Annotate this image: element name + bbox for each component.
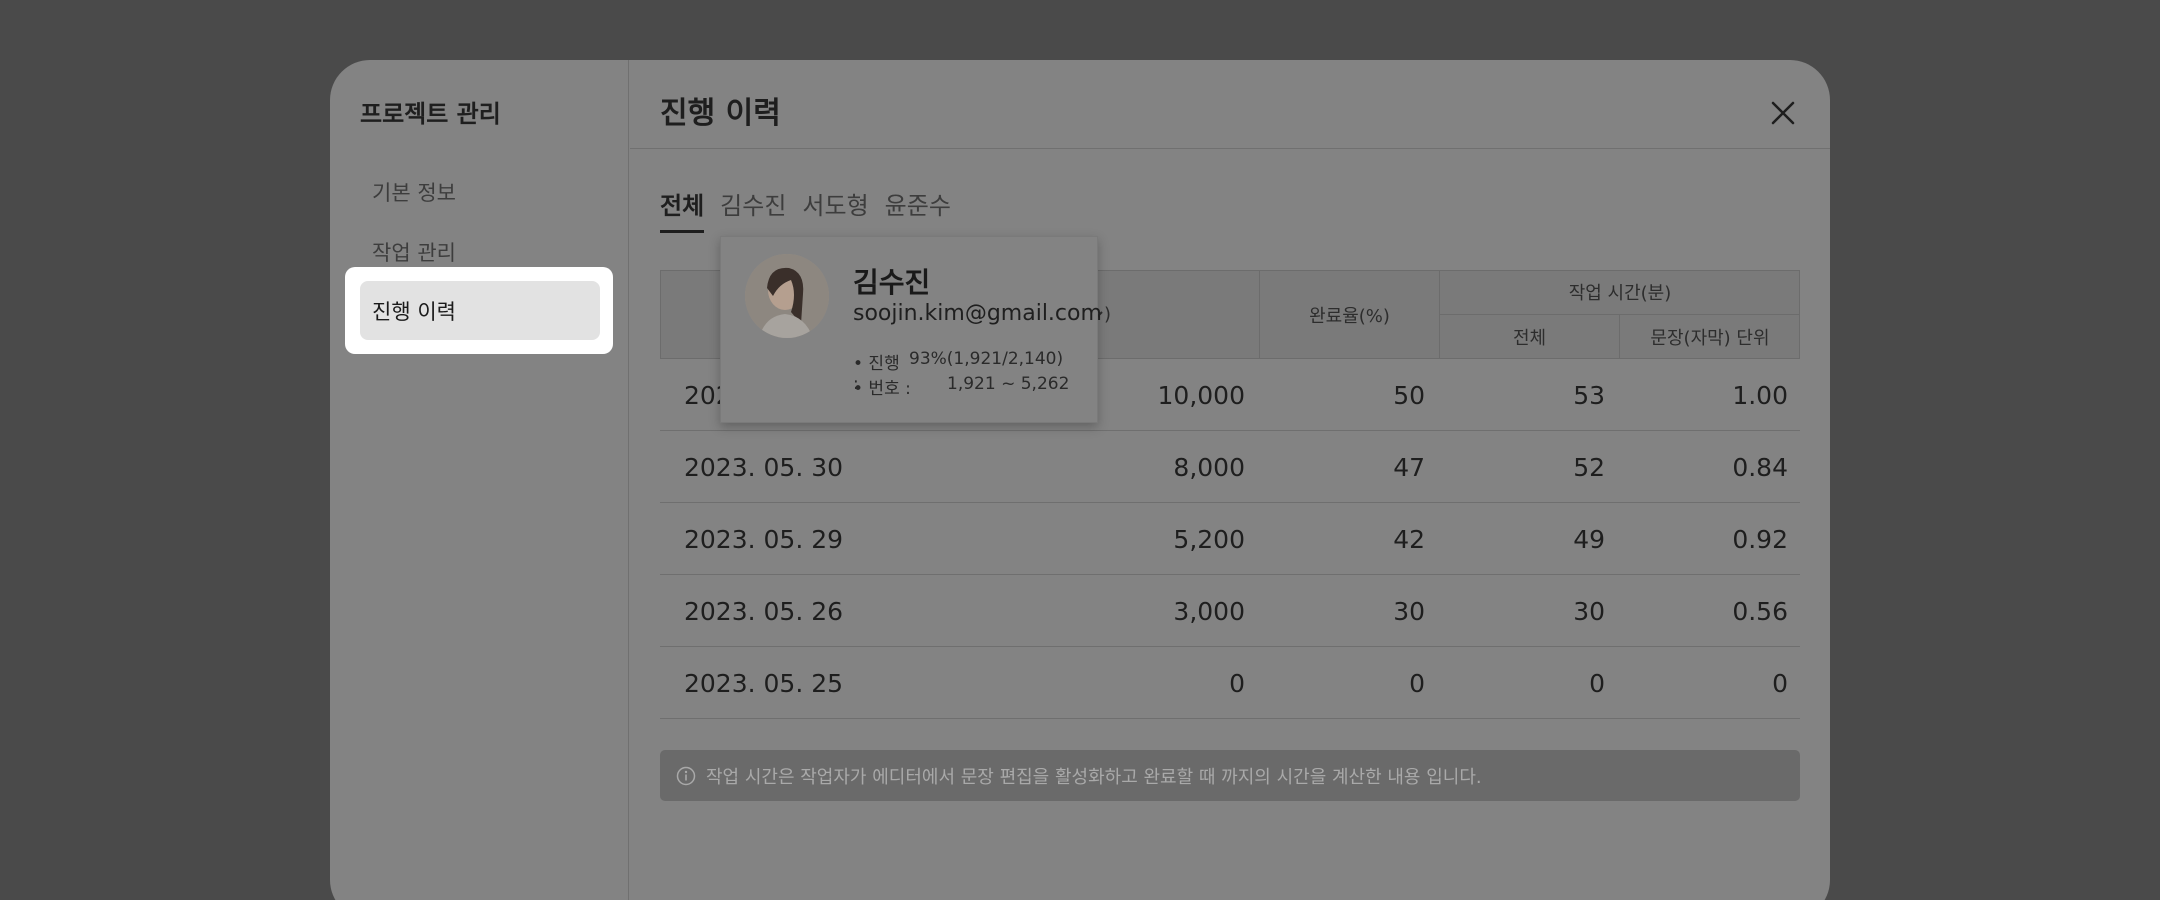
- row-count: 8,000: [1173, 452, 1245, 482]
- popover-email: soojin.kim@gmail.com: [853, 301, 1102, 326]
- row-time-unit: 0.56: [1732, 596, 1788, 626]
- project-management-modal: 프로젝트 관리 기본 정보 작업 관리 진행 이력 진행 이력 전체 김수진 서…: [330, 60, 1830, 900]
- row-date: 2023. 05. 26: [684, 596, 844, 626]
- row-date: 2023. 05. 29: [684, 524, 844, 554]
- row-count: 3,000: [1173, 596, 1245, 626]
- row-time-unit: 0.84: [1732, 452, 1788, 482]
- tab-kim-soojin[interactable]: 김수진: [720, 186, 786, 233]
- row-rate: 0: [1409, 668, 1425, 698]
- popover-number: • 번호 : 1,921 ~ 5,262: [853, 374, 1069, 399]
- header-divider: [630, 148, 1830, 149]
- header-rate: 완료율(%): [1309, 305, 1390, 327]
- header-count-suffix: ): [1104, 304, 1112, 325]
- header-time-unit: 문장(자막) 단위: [1650, 328, 1770, 349]
- close-icon: [1771, 101, 1795, 125]
- tab-seo-dohyung[interactable]: 서도형: [802, 186, 868, 233]
- popover-name: 김수진: [853, 266, 931, 299]
- row-count: 10,000: [1157, 380, 1245, 410]
- sidebar-item-progress-history[interactable]: 진행 이력: [360, 281, 600, 340]
- user-popover: 김수진 soojin.kim@gmail.com • 진행 : 93%(1,92…: [720, 236, 1102, 423]
- tab-bar: 전체 김수진 서도형 윤준수: [660, 186, 951, 233]
- row-date: 2023. 05. 30: [684, 452, 844, 482]
- info-notice: 작업 시간은 작업자가 에디터에서 문장 편집을 활성화하고 완료할 때 까지의…: [660, 750, 1800, 801]
- row-time-total: 0: [1589, 668, 1605, 698]
- avatar: [745, 254, 829, 338]
- popover-number-value: 1,921 ~ 5,262: [947, 374, 1070, 394]
- row-time-unit: 0: [1772, 668, 1788, 698]
- popover-number-key: • 번호 :: [853, 379, 911, 399]
- sidebar: 프로젝트 관리 기본 정보 작업 관리 진행 이력: [330, 60, 629, 900]
- header-time-group: 작업 시간(분): [1568, 283, 1672, 304]
- row-rate: 42: [1393, 524, 1425, 554]
- tab-all[interactable]: 전체: [660, 186, 705, 233]
- row-count: 5,200: [1173, 524, 1245, 554]
- header-time-total: 전체: [1512, 328, 1547, 349]
- row-time-total: 52: [1573, 452, 1605, 482]
- table-row: 2023. 05. 29 5,200 42 49 0.92: [660, 503, 1800, 575]
- sidebar-item-highlight: 진행 이력: [345, 267, 613, 354]
- notice-text: 작업 시간은 작업자가 에디터에서 문장 편집을 활성화하고 완료할 때 까지의…: [706, 766, 1482, 788]
- info-icon: [676, 766, 696, 785]
- row-date: 2023. 05. 25: [684, 668, 844, 698]
- row-time-total: 30: [1573, 596, 1605, 626]
- row-time-total: 53: [1573, 380, 1605, 410]
- sidebar-item-task-management[interactable]: 작업 관리: [372, 237, 456, 267]
- page-title: 진행 이력: [660, 96, 781, 131]
- table-row: 2023. 05. 25 0 0 0 0: [660, 647, 1800, 719]
- sidebar-item-basic-info[interactable]: 기본 정보: [372, 177, 456, 207]
- row-time-unit: 0.92: [1732, 524, 1788, 554]
- row-time-total: 49: [1573, 524, 1605, 554]
- close-button[interactable]: [1758, 88, 1808, 138]
- row-time-unit: 1.00: [1732, 380, 1788, 410]
- tab-yoon-junsu[interactable]: 윤준수: [885, 186, 951, 233]
- row-rate: 47: [1393, 452, 1425, 482]
- row-rate: 50: [1393, 380, 1425, 410]
- sidebar-title: 프로젝트 관리: [360, 100, 501, 128]
- table-row: 2023. 05. 30 8,000 47 52 0.84: [660, 431, 1800, 503]
- row-rate: 30: [1393, 596, 1425, 626]
- row-count: 0: [1229, 668, 1245, 698]
- table-row: 2023. 05. 26 3,000 30 30 0.56: [660, 575, 1800, 647]
